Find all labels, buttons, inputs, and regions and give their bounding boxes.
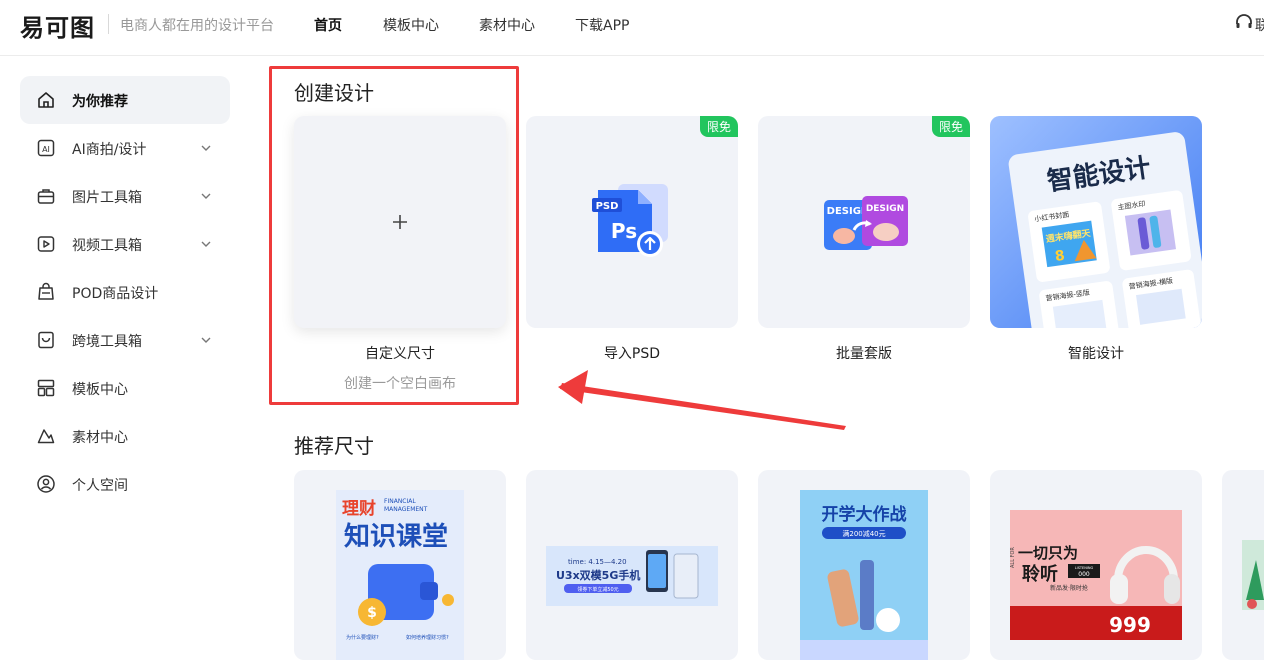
partial-poster bbox=[1242, 540, 1264, 610]
recommend-card-headphones[interactable]: 一切只为 聆听 ALL FOR LISTENING 000 新品发·限时抢 99… bbox=[990, 470, 1202, 660]
svg-text:U3x双模5G手机: U3x双模5G手机 bbox=[556, 568, 640, 582]
chevron-down-icon[interactable] bbox=[200, 190, 212, 202]
svg-text:满200减40元: 满200减40元 bbox=[842, 529, 885, 538]
sidebar-item-label: AI商拍/设计 bbox=[72, 142, 147, 158]
svg-text:聆听: 聆听 bbox=[1022, 563, 1058, 585]
template-icon bbox=[37, 379, 55, 397]
user-icon bbox=[37, 475, 55, 493]
sidebar-item-label: 模板中心 bbox=[72, 382, 128, 398]
recommend-size-title: 推荐尺寸 bbox=[294, 434, 374, 458]
headset-icon[interactable] bbox=[1234, 13, 1254, 33]
support-label[interactable]: 联 bbox=[1255, 15, 1264, 35]
recommend-card-phone[interactable]: time: 4.15—4.20 U3x双模5G手机 领券下单立减50元 bbox=[526, 470, 738, 660]
sidebar-item-label: 视频工具箱 bbox=[72, 238, 142, 254]
svg-text:time: 4.15—4.20: time: 4.15—4.20 bbox=[568, 558, 627, 566]
crossborder-icon bbox=[38, 331, 54, 349]
sidebar-item-video-tools[interactable]: 视频工具箱 bbox=[20, 220, 230, 268]
import-psd-card[interactable]: 限免 PSD Ps bbox=[526, 116, 738, 328]
sidebar-item-label: POD商品设计 bbox=[72, 286, 159, 302]
psd-tag: PSD bbox=[596, 201, 619, 212]
video-icon bbox=[37, 236, 55, 252]
sidebar-item-label: 图片工具箱 bbox=[72, 190, 142, 206]
pod-icon bbox=[38, 282, 54, 300]
free-badge: 限免 bbox=[931, 116, 970, 137]
svg-text:知识课堂: 知识课堂 bbox=[344, 522, 448, 552]
recommend-card-partial[interactable] bbox=[1222, 470, 1264, 660]
headphones-banner: 一切只为 聆听 ALL FOR LISTENING 000 新品发·限时抢 99… bbox=[1010, 510, 1182, 640]
school-poster: 开学大作战 满200减40元 bbox=[800, 490, 928, 660]
finance-poster: 理财 FINANCIAL MANAGEMENT 知识课堂 $ 为什么要理财? 如… bbox=[336, 490, 464, 660]
ai-icon: AI bbox=[37, 139, 55, 157]
psd-file-icon: PSD Ps bbox=[592, 184, 668, 257]
svg-text:如何培养理财习惯?: 如何培养理财习惯? bbox=[406, 634, 449, 641]
toolbox-icon bbox=[37, 189, 55, 204]
recommend-card-finance[interactable]: 理财 FINANCIAL MANAGEMENT 知识课堂 $ 为什么要理财? 如… bbox=[294, 470, 506, 660]
svg-text:开学大作战: 开学大作战 bbox=[822, 504, 907, 525]
svg-text:理财: 理财 bbox=[342, 498, 376, 519]
svg-text:999: 999 bbox=[1109, 613, 1151, 637]
slogan: 电商人都在用的设计平台 bbox=[120, 18, 274, 34]
svg-text:为什么要理财?: 为什么要理财? bbox=[346, 634, 379, 641]
svg-text:MANAGEMENT: MANAGEMENT bbox=[384, 506, 428, 513]
sidebar-item-recommend[interactable]: 为你推荐 bbox=[20, 76, 230, 124]
svg-text:ALL FOR: ALL FOR bbox=[1010, 547, 1016, 568]
sidebar-item-pod[interactable]: POD商品设计 bbox=[20, 268, 230, 316]
svg-text:FINANCIAL: FINANCIAL bbox=[384, 498, 416, 505]
recommend-card-school[interactable]: 开学大作战 满200减40元 bbox=[758, 470, 970, 660]
top-bar: 易可图 电商人都在用的设计平台 首页 模板中心 素材中心 下载APP 联 bbox=[0, 0, 1264, 56]
design-tag-2: DESIGN bbox=[866, 204, 904, 214]
sidebar-item-personal[interactable]: 个人空间 bbox=[20, 460, 230, 508]
sidebar-item-label: 为你推荐 bbox=[72, 94, 128, 110]
logo[interactable]: 易可图 bbox=[20, 8, 95, 43]
svg-text:一切只为: 一切只为 bbox=[1018, 544, 1078, 562]
logo-divider bbox=[108, 14, 109, 34]
batch-design-icon: DESIGN DESIGN bbox=[824, 196, 908, 250]
smart-design-card[interactable]: 智能设计 小红书封面 週末嗨翻天 8 主图水印 营销海报-竖版 营销海报-横版 bbox=[990, 116, 1202, 328]
sidebar-item-label: 跨境工具箱 bbox=[72, 334, 142, 350]
sidebar-item-crossborder[interactable]: 跨境工具箱 bbox=[20, 316, 230, 364]
sidebar-item-label: 个人空间 bbox=[72, 478, 128, 494]
material-icon bbox=[37, 429, 55, 444]
chevron-down-icon[interactable] bbox=[200, 238, 212, 250]
nav-materials[interactable]: 素材中心 bbox=[479, 15, 535, 35]
svg-text:$: $ bbox=[367, 605, 377, 621]
ps-letters: Ps bbox=[611, 219, 637, 243]
nav-home[interactable]: 首页 bbox=[314, 15, 342, 35]
free-badge: 限免 bbox=[699, 116, 738, 137]
svg-text:新品发·限时抢: 新品发·限时抢 bbox=[1050, 584, 1088, 592]
nav-templates[interactable]: 模板中心 bbox=[383, 15, 439, 35]
svg-text:AI: AI bbox=[42, 145, 50, 154]
smart-design-label[interactable]: 智能设计 bbox=[990, 343, 1202, 363]
svg-text:000: 000 bbox=[1078, 571, 1090, 578]
home-icon bbox=[38, 92, 54, 108]
sidebar-item-ai[interactable]: AI AI商拍/设计 bbox=[20, 124, 230, 172]
sidebar-item-image-tools[interactable]: 图片工具箱 bbox=[20, 172, 230, 220]
sidebar-item-templates[interactable]: 模板中心 bbox=[20, 364, 230, 412]
smart-design-art: 智能设计 小红书封面 週末嗨翻天 8 主图水印 营销海报-竖版 营销海报-横版 bbox=[990, 116, 1202, 328]
chevron-down-icon[interactable] bbox=[200, 334, 212, 346]
nav-download-app[interactable]: 下载APP bbox=[575, 15, 629, 35]
annotation-arrow-icon bbox=[558, 370, 846, 430]
svg-text:LISTENING: LISTENING bbox=[1075, 566, 1094, 570]
sidebar-item-materials[interactable]: 素材中心 bbox=[20, 412, 230, 460]
svg-text:领券下单立减50元: 领券下单立减50元 bbox=[577, 586, 618, 593]
chevron-down-icon[interactable] bbox=[200, 142, 212, 154]
sidebar-item-label: 素材中心 bbox=[72, 430, 128, 446]
highlight-box bbox=[269, 66, 519, 405]
phone-banner: time: 4.15—4.20 U3x双模5G手机 领券下单立减50元 bbox=[546, 546, 718, 606]
batch-template-card[interactable]: 限免 DESIGN DESIGN bbox=[758, 116, 970, 328]
